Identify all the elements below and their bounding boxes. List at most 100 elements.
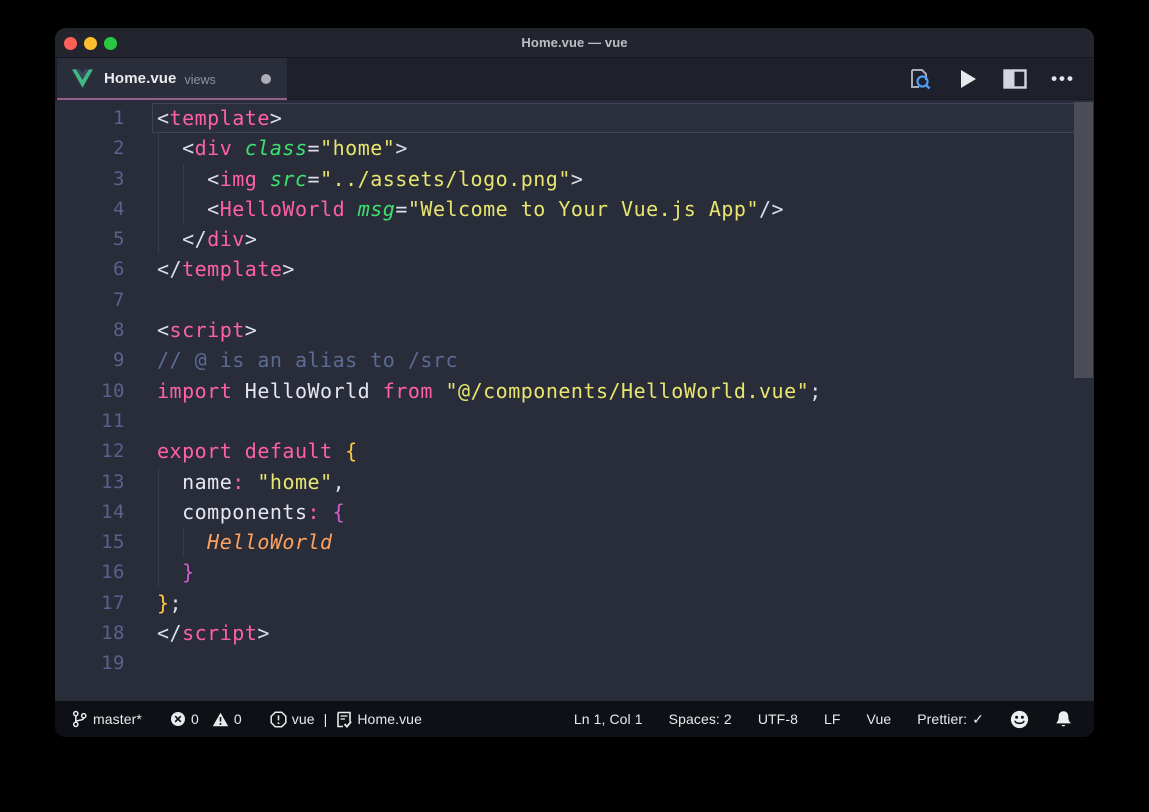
close-window-button[interactable]: [64, 37, 77, 50]
code-line[interactable]: 2 <div class="home">: [55, 133, 1094, 163]
line-number: 15: [55, 527, 125, 557]
warning-count: 0: [234, 711, 242, 727]
status-item-notifications[interactable]: [1055, 710, 1072, 729]
line-content: </template>: [157, 254, 295, 284]
line-content: }: [157, 557, 195, 587]
alert-octagon-icon: [270, 711, 287, 728]
code-line[interactable]: 19: [55, 648, 1094, 678]
status-item-prettier-status[interactable]: Prettier: ✓: [917, 711, 984, 728]
modified-dot-icon[interactable]: [261, 74, 271, 84]
vscode-window: Home.vue — vue Home.vue views: [55, 28, 1094, 737]
line-content: // @ is an alias to /src: [157, 345, 458, 375]
title-bar: Home.vue — vue: [55, 28, 1094, 58]
status-item-cursor-position[interactable]: Ln 1, Col 1: [574, 711, 643, 727]
tab-home-vue[interactable]: Home.vue views: [57, 58, 287, 99]
vertical-scrollbar[interactable]: [1074, 102, 1093, 378]
code-line[interactable]: 1 <template>: [55, 103, 1094, 133]
status-item-feedback[interactable]: [1010, 710, 1029, 729]
error-circle-icon: [170, 711, 186, 727]
line-number: 19: [55, 648, 125, 678]
git-branch-icon: [71, 710, 88, 728]
eol-sequence-label: LF: [824, 711, 841, 727]
line-content: </script>: [157, 618, 270, 648]
code-line[interactable]: 4 <HelloWorld msg="Welcome to Your Vue.j…: [55, 194, 1094, 224]
open-preview-button[interactable]: [906, 66, 932, 92]
status-item-eol-sequence[interactable]: LF: [824, 711, 841, 727]
file-check-icon: [336, 711, 352, 728]
search-document-icon: [906, 66, 932, 92]
zoom-window-button[interactable]: [104, 37, 117, 50]
line-number: 18: [55, 618, 125, 648]
vetur-label: vue: [292, 711, 315, 727]
line-number: 6: [55, 254, 125, 284]
code-line[interactable]: 12 export default {: [55, 436, 1094, 466]
tab-title: Home.vue: [104, 70, 177, 87]
line-content: HelloWorld: [157, 527, 333, 557]
code-lines: 1 <template>2 <div class="home">3 <img sr…: [55, 100, 1094, 701]
line-content: </div>: [157, 224, 257, 254]
line-number: 17: [55, 588, 125, 618]
language-mode-label: Vue: [867, 711, 892, 727]
line-content: <template>: [157, 103, 282, 133]
error-count: 0: [191, 711, 199, 727]
code-line[interactable]: 18 </script>: [55, 618, 1094, 648]
line-number: 10: [55, 376, 125, 406]
code-line[interactable]: 8 <script>: [55, 315, 1094, 345]
vetur-file-label: Home.vue: [357, 711, 422, 727]
line-number: 7: [55, 285, 125, 315]
warning-triangle-icon: [212, 712, 229, 727]
run-button[interactable]: [954, 66, 980, 92]
line-content: <img src="../assets/logo.png">: [157, 164, 583, 194]
line-content: import HelloWorld from "@/components/Hel…: [157, 376, 822, 406]
tab-detail: views: [185, 73, 216, 87]
split-editor-button[interactable]: [1002, 66, 1028, 92]
prettier-status-label: Prettier:: [917, 711, 967, 727]
code-line[interactable]: 11: [55, 406, 1094, 436]
editor-actions: •••: [906, 58, 1094, 99]
line-content: name: "home",: [157, 467, 345, 497]
line-number: 4: [55, 194, 125, 224]
status-item-indentation[interactable]: Spaces: 2: [669, 711, 732, 727]
split-editor-icon: [1003, 69, 1027, 89]
line-number: 12: [55, 436, 125, 466]
line-content: export default {: [157, 436, 358, 466]
play-icon: [961, 70, 976, 88]
line-content: <HelloWorld msg="Welcome to Your Vue.js …: [157, 194, 784, 224]
line-number: 3: [55, 164, 125, 194]
git-branch-label: master*: [93, 711, 142, 727]
line-content: <div class="home">: [157, 133, 408, 163]
status-item-vetur-status[interactable]: vue|Home.vue: [270, 711, 422, 728]
encoding-label: UTF-8: [758, 711, 798, 727]
status-item-language-mode[interactable]: Vue: [867, 711, 892, 727]
code-line[interactable]: 17};: [55, 588, 1094, 618]
code-editor[interactable]: 1 <template>2 <div class="home">3 <img sr…: [55, 100, 1094, 701]
code-line[interactable]: 16 }: [55, 557, 1094, 587]
status-left: master*00vue|Home.vue: [55, 710, 422, 728]
more-actions-button[interactable]: •••: [1050, 66, 1076, 92]
code-line[interactable]: 13 name: "home",: [55, 467, 1094, 497]
code-line[interactable]: 14 components: {: [55, 497, 1094, 527]
code-line[interactable]: 5 </div>: [55, 224, 1094, 254]
code-line[interactable]: 9// @ is an alias to /src: [55, 345, 1094, 375]
line-number: 8: [55, 315, 125, 345]
code-line[interactable]: 10 import HelloWorld from "@/components/H…: [55, 376, 1094, 406]
ellipsis-icon: •••: [1051, 74, 1075, 84]
bell-icon: [1055, 710, 1072, 729]
line-content: <script>: [157, 315, 257, 345]
code-line[interactable]: 6 </template>: [55, 254, 1094, 284]
cursor-position-label: Ln 1, Col 1: [574, 711, 643, 727]
status-bar: master*00vue|Home.vue Ln 1, Col 1Spaces:…: [55, 701, 1094, 737]
status-item-problems[interactable]: 00: [170, 711, 242, 727]
code-line[interactable]: 7: [55, 285, 1094, 315]
line-number: 16: [55, 557, 125, 587]
status-right: Ln 1, Col 1 Spaces: 2 UTF-8 LF Vue Prettier: ✓: [574, 710, 1094, 729]
minimize-window-button[interactable]: [84, 37, 97, 50]
check-icon: ✓: [972, 711, 984, 728]
vue-logo-icon: [72, 69, 93, 88]
status-item-encoding[interactable]: UTF-8: [758, 711, 798, 727]
code-line[interactable]: 3 <img src="../assets/logo.png">: [55, 164, 1094, 194]
line-number: 1: [55, 103, 125, 133]
line-content: };: [157, 588, 182, 618]
status-item-git-branch[interactable]: master*: [71, 710, 142, 728]
code-line[interactable]: 15 HelloWorld: [55, 527, 1094, 557]
